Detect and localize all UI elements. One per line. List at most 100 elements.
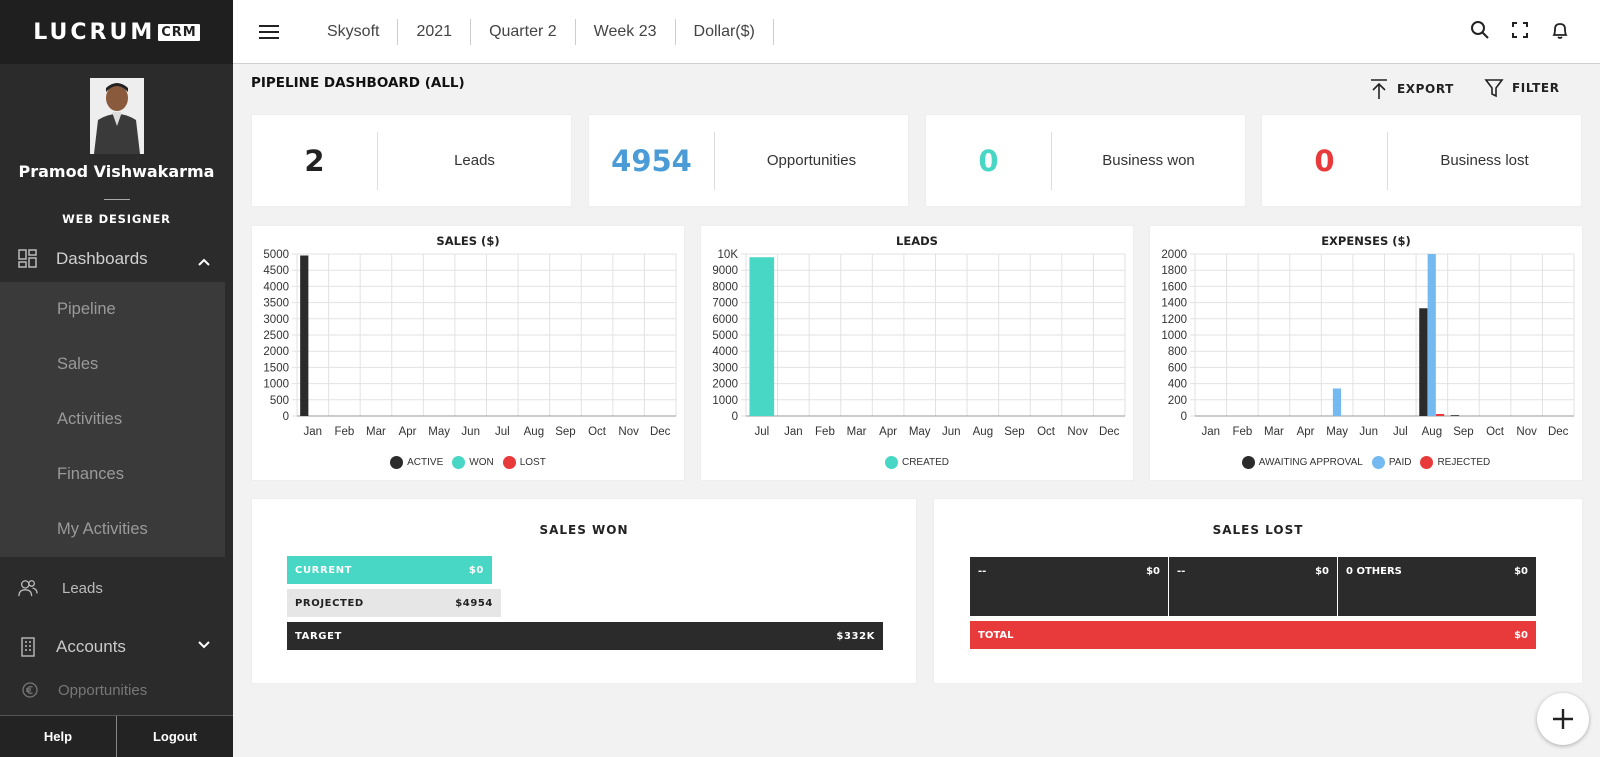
export-button[interactable]: EXPORT	[1369, 78, 1454, 100]
lost-cell[interactable]: -- $0	[970, 557, 1168, 616]
legend-label: AWAITING APPROVAL	[1258, 457, 1363, 468]
cell-value: $0	[1514, 566, 1528, 577]
x-tick-label: Jan	[304, 426, 323, 438]
x-tick-label: Nov	[1516, 426, 1537, 438]
y-tick-label: 1500	[263, 362, 289, 374]
x-tick-label: Apr	[1297, 426, 1315, 438]
currency-selector[interactable]: Dollar($)	[676, 18, 774, 45]
search-icon[interactable]	[1470, 20, 1490, 40]
bar-label: CURRENT	[295, 564, 353, 576]
lost-cell[interactable]: 0 OTHERS $0	[1338, 557, 1536, 616]
kpi-card-business-lost[interactable]: 0 Business lost	[1261, 114, 1582, 207]
cell-label: --	[1177, 566, 1186, 577]
leads-chart-svg: 10K 9000 8000 7000 6000 5000 4000 3000 2000 1000 0…	[712, 249, 1126, 438]
fullscreen-icon[interactable]	[1510, 20, 1530, 40]
y-tick-label: 4000	[712, 346, 738, 358]
sidebar-item-leads[interactable]: Leads	[0, 557, 233, 619]
x-tick-label: Sep	[555, 426, 575, 438]
kpi-card-leads[interactable]: 2 Leads	[251, 114, 572, 207]
y-tick-label: 200	[1168, 395, 1187, 407]
legend-item[interactable]: LOST	[502, 456, 546, 469]
bar-rejected[interactable]	[1435, 413, 1445, 416]
filter-button[interactable]: FILTER	[1484, 78, 1560, 98]
bar-value: $332K	[836, 630, 875, 642]
y-tick-label: 1200	[1161, 314, 1187, 326]
sidebar-item-pipeline[interactable]: Pipeline	[0, 282, 225, 337]
sidebar-item-accounts[interactable]: Accounts	[0, 619, 233, 675]
bar-awaiting-approval[interactable]	[1419, 308, 1428, 416]
projected-bar[interactable]: PROJECTED $4954	[287, 589, 501, 617]
bar-created[interactable]	[749, 257, 775, 416]
kpi-value: 0	[926, 131, 1052, 190]
quarter-selector[interactable]: Quarter 2	[471, 18, 576, 45]
year-selector[interactable]: 2021	[398, 18, 472, 45]
x-tick-label: Dec	[1099, 426, 1120, 438]
lost-cell[interactable]: -- $0	[1169, 557, 1337, 616]
x-tick-label: Aug	[973, 426, 993, 438]
legend-item[interactable]: WON	[452, 456, 494, 469]
x-tick-label: May	[1326, 426, 1348, 438]
legend-dot	[1371, 456, 1385, 469]
bar-active[interactable]	[300, 255, 309, 416]
leads-chart: LEADS 10K 9000 8000 7000 6000 5000 4000 3000 200…	[700, 225, 1134, 481]
legend-dot	[390, 456, 404, 469]
y-tick-label: 1000	[712, 395, 738, 407]
total-label: TOTAL	[978, 629, 1014, 641]
y-tick-label: 5000	[712, 330, 738, 342]
week-selector[interactable]: Week 23	[576, 18, 676, 45]
y-tick-label: 0	[283, 411, 289, 423]
dashboard-icon	[18, 249, 38, 269]
y-tick-label: 3000	[263, 314, 289, 326]
current-bar[interactable]: CURRENT $0	[287, 556, 492, 584]
sidebar-bottom-bar: Help Logout	[0, 715, 233, 757]
legend-label: LOST	[519, 457, 546, 468]
sidebar-item-activities[interactable]: Activities	[0, 392, 225, 447]
x-tick-label: May	[909, 426, 931, 438]
legend-item[interactable]: REJECTED	[1420, 456, 1490, 469]
target-bar[interactable]: TARGET $332K	[287, 622, 883, 650]
x-tick-label: Oct	[1486, 426, 1505, 438]
y-tick-label: 0	[732, 411, 738, 423]
app-logo[interactable]: LUCRUM CRM	[33, 20, 200, 45]
kpi-card-business-won[interactable]: 0 Business won	[925, 114, 1246, 207]
help-button[interactable]: Help	[0, 716, 117, 757]
y-tick-label: 1000	[1161, 330, 1187, 342]
y-tick-label: 500	[270, 395, 289, 407]
company-selector[interactable]: Skysoft	[309, 18, 399, 45]
add-button[interactable]	[1537, 693, 1589, 745]
sidebar-item-dashboards[interactable]: Dashboards	[0, 236, 233, 282]
hamburger-menu-icon[interactable]	[259, 21, 279, 43]
legend-dot	[884, 456, 898, 469]
bar-label: PROJECTED	[295, 597, 364, 609]
y-tick-label: 2000	[712, 379, 738, 391]
y-tick-label: 5000	[263, 249, 289, 261]
sidebar: LUCRUM CRM Pramod Vishwakarma WEB DESIGN…	[0, 0, 233, 757]
kpi-card-opportunities[interactable]: 4954 Opportunities	[588, 114, 909, 207]
legend-label: CREATED	[901, 457, 950, 468]
bar-paid[interactable]	[1332, 388, 1342, 416]
legend-item[interactable]: PAID	[1371, 456, 1411, 469]
legend-item[interactable]: AWAITING APPROVAL	[1241, 456, 1363, 469]
y-tick-label: 400	[1168, 379, 1187, 391]
bell-icon[interactable]	[1550, 20, 1570, 40]
bar-label: TARGET	[295, 630, 342, 642]
total-value: $0	[1514, 629, 1528, 641]
kpi-label: Business won	[1102, 152, 1195, 169]
sidebar-item-opportunities[interactable]: Opportunities	[0, 675, 233, 705]
y-tick-label: 0	[1181, 411, 1187, 423]
sidebar-item-finances[interactable]: Finances	[0, 447, 225, 502]
x-tick-label: Oct	[1037, 426, 1056, 438]
logout-button[interactable]: Logout	[117, 716, 233, 757]
sales-won-panel: SALES WON CURRENT $0 PROJECTED $4954 TAR…	[251, 498, 917, 684]
legend-item[interactable]: ACTIVE	[390, 456, 443, 469]
users-icon	[18, 578, 38, 598]
sidebar-item-sales[interactable]: Sales	[0, 337, 225, 392]
legend-item[interactable]: CREATED	[884, 456, 950, 469]
bar-paid[interactable]	[1427, 254, 1436, 416]
lost-total-bar[interactable]: TOTAL $0	[970, 621, 1536, 649]
x-tick-label: Jun	[1359, 426, 1378, 438]
bar-awaiting-approval[interactable]	[1450, 415, 1460, 416]
x-tick-label: Sep	[1004, 426, 1024, 438]
sidebar-item-my-activities[interactable]: My Activities	[0, 502, 225, 557]
expenses-chart: EXPENSES ($) 2000 1800 1600 1400 1200 1000 800…	[1149, 225, 1583, 481]
